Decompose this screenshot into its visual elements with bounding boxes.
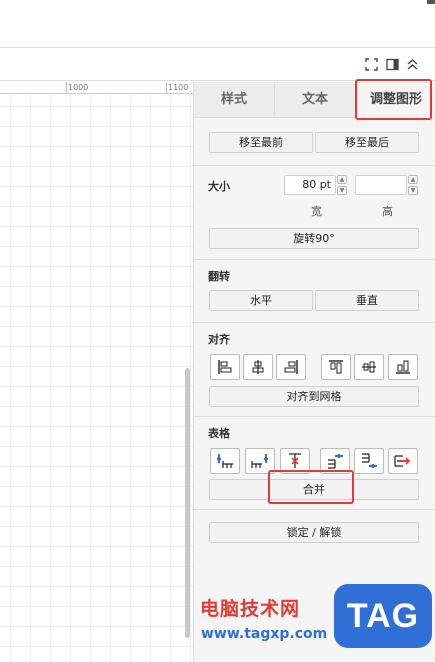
stepper-down-icon[interactable]: ▼ bbox=[337, 186, 347, 195]
divider bbox=[194, 165, 435, 166]
width-caption: 宽 bbox=[311, 205, 322, 218]
height-stepper[interactable]: ▲ ▼ bbox=[408, 175, 418, 195]
format-panel: 样式 文本 调整图形 移至最前 移至最后 大小 80 pt ▲ ▼ ▲ ▼ 宽 … bbox=[193, 82, 435, 662]
align-center-button[interactable] bbox=[243, 354, 273, 380]
insert-row-after-icon bbox=[362, 453, 377, 468]
panel-toggle-icon[interactable] bbox=[383, 55, 401, 73]
tab-text[interactable]: 文本 bbox=[275, 82, 356, 118]
stepper-up-icon[interactable]: ▲ bbox=[337, 175, 347, 184]
drawing-canvas[interactable] bbox=[0, 82, 193, 662]
height-input[interactable] bbox=[355, 175, 407, 195]
window-edge-mark bbox=[427, 0, 435, 4]
align-center-icon bbox=[252, 360, 264, 374]
watermark-site-name: 电脑技术网 bbox=[200, 598, 301, 620]
align-bottom-button[interactable] bbox=[388, 354, 418, 380]
lock-unlock-button[interactable]: 锁定 / 解锁 bbox=[209, 522, 419, 543]
to-back-button[interactable]: 移至最后 bbox=[315, 132, 419, 153]
align-left-icon bbox=[218, 360, 232, 374]
divider bbox=[194, 259, 435, 260]
insert-column-after-button[interactable] bbox=[245, 448, 275, 474]
insert-column-before-icon bbox=[217, 454, 233, 468]
stepper-up-icon[interactable]: ▲ bbox=[408, 175, 418, 184]
flip-horizontal-button[interactable]: 水平 bbox=[209, 290, 313, 311]
align-middle-button[interactable] bbox=[354, 354, 384, 380]
fullscreen-icon[interactable] bbox=[362, 55, 380, 73]
table-label: 表格 bbox=[208, 427, 230, 440]
flip-label: 翻转 bbox=[208, 270, 230, 283]
align-right-icon bbox=[284, 360, 298, 374]
delete-row-button[interactable] bbox=[388, 448, 418, 474]
rotate-button[interactable]: 旋转90° bbox=[209, 228, 419, 249]
tab-style[interactable]: 样式 bbox=[194, 82, 275, 118]
divider bbox=[194, 509, 435, 510]
width-stepper[interactable]: ▲ ▼ bbox=[337, 175, 347, 195]
height-caption: 高 bbox=[382, 205, 393, 218]
watermark-site-url: www.tagxp.com bbox=[201, 626, 328, 642]
width-input[interactable]: 80 pt bbox=[284, 175, 336, 195]
collapse-icon[interactable] bbox=[403, 55, 421, 73]
stepper-down-icon[interactable]: ▼ bbox=[408, 186, 418, 195]
delete-row-icon bbox=[394, 455, 411, 467]
watermark-logo-text: TAG bbox=[346, 596, 420, 635]
align-bottom-icon bbox=[396, 360, 410, 374]
align-right-button[interactable] bbox=[276, 354, 306, 380]
insert-row-before-icon bbox=[328, 454, 343, 469]
align-label: 对齐 bbox=[208, 333, 230, 346]
insert-column-before-button[interactable] bbox=[210, 448, 240, 474]
divider bbox=[194, 416, 435, 417]
divider bbox=[194, 322, 435, 323]
align-to-grid-button[interactable]: 对齐到网格 bbox=[209, 386, 419, 407]
format-toolbar bbox=[0, 47, 435, 81]
ruler-label-1100: 1100 bbox=[168, 83, 189, 92]
align-top-icon bbox=[329, 360, 343, 374]
ruler-tick bbox=[166, 82, 167, 94]
size-label: 大小 bbox=[208, 180, 230, 193]
watermark-logo: TAG bbox=[334, 584, 432, 648]
vertical-scrollbar[interactable] bbox=[185, 368, 190, 638]
horizontal-ruler: 1000 1100 bbox=[0, 82, 193, 94]
merge-cells-button[interactable]: 合并 bbox=[209, 479, 419, 500]
align-top-button[interactable] bbox=[321, 354, 351, 380]
tab-arrange[interactable]: 调整图形 bbox=[356, 82, 435, 118]
to-front-button[interactable]: 移至最前 bbox=[209, 132, 313, 153]
insert-row-after-button[interactable] bbox=[354, 448, 384, 474]
delete-column-icon bbox=[289, 453, 301, 468]
flip-vertical-button[interactable]: 垂直 bbox=[315, 290, 419, 311]
insert-row-before-button[interactable] bbox=[320, 448, 350, 474]
panel-tabs: 样式 文本 调整图形 bbox=[194, 82, 435, 118]
align-left-button[interactable] bbox=[210, 354, 240, 380]
top-bar bbox=[0, 0, 435, 47]
align-middle-icon bbox=[362, 361, 376, 373]
ruler-tick bbox=[66, 82, 67, 94]
insert-column-after-icon bbox=[251, 454, 268, 468]
ruler-label-1000: 1000 bbox=[68, 83, 89, 92]
delete-column-button[interactable] bbox=[280, 448, 310, 474]
